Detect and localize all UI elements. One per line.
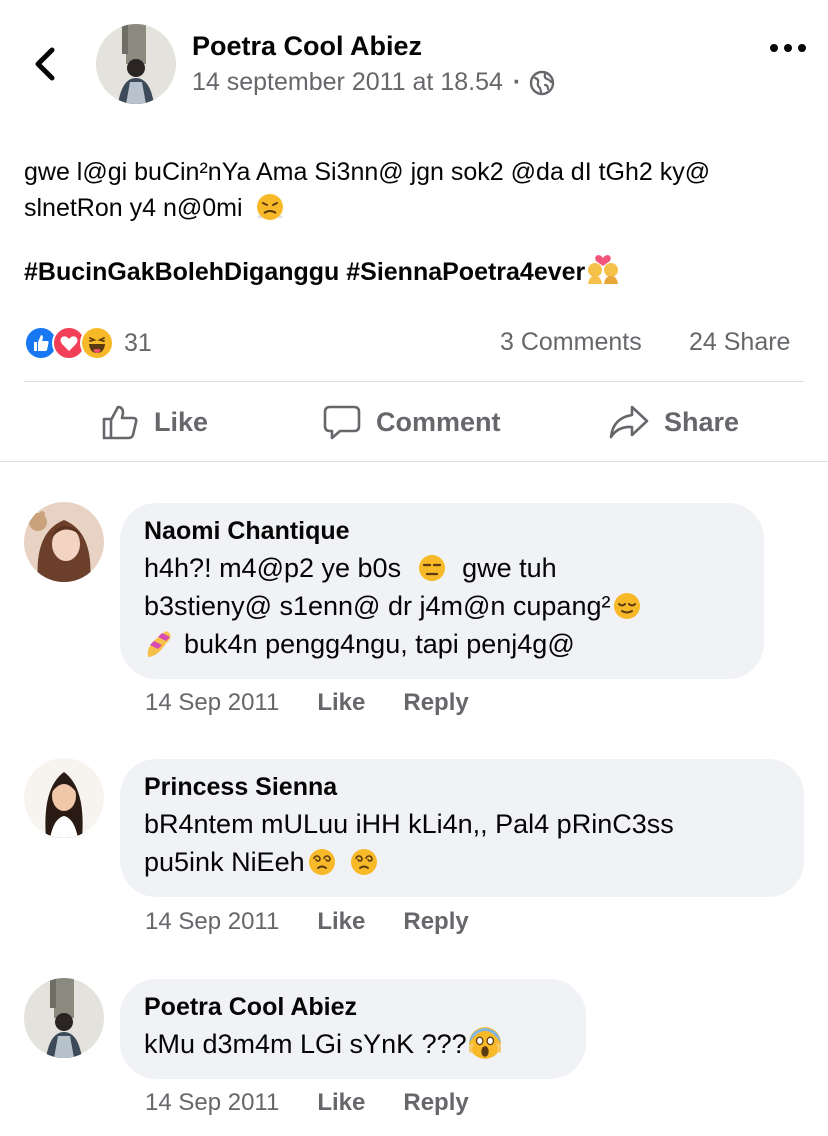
commenter-name[interactable]: Princess Sienna — [144, 771, 778, 803]
comment-like-button[interactable]: Like — [317, 689, 365, 717]
chevron-left-icon — [35, 47, 55, 81]
comment-text-line: buk4n pengg4ngu, tapi penj4g@ — [184, 629, 575, 659]
share-arrow-icon — [609, 405, 649, 439]
hashtags-text[interactable]: #BucinGakBolehDiganggu #SiennaPoetra4eve… — [24, 258, 585, 286]
comment-text-line: h4h?! m4@p2 ye b0s — [144, 553, 402, 583]
comment-meta: 14 Sep 2011 Like Reply — [145, 689, 469, 717]
comment-date: 14 Sep 2011 — [145, 1089, 280, 1116]
thumbs-up-icon — [102, 405, 138, 440]
commenter-name[interactable]: Naomi Chantique — [144, 515, 738, 547]
comment-text: h4h?! m4@p2 ye b0s gwe tuh b3stieny@ s1e… — [144, 549, 738, 663]
comment-text-line: b3stieny@ s1enn@ dr j4m@n cupang² — [144, 591, 611, 621]
comment-meta: 14 Sep 2011 Like Reply — [145, 908, 469, 936]
comment-reply-button[interactable]: Reply — [403, 1089, 468, 1117]
comment-like-button[interactable]: Like — [317, 908, 365, 936]
reaction-count: 31 — [124, 328, 152, 357]
comment-text-line: bR4ntem mULuu iHH kLi4n,, Pal4 pRinC3ss — [144, 809, 674, 839]
reactions-summary[interactable]: 31 — [24, 326, 152, 360]
comment-count[interactable]: 3 Comments — [500, 328, 642, 357]
post-timestamp[interactable]: 14 september 2011 at 18.54 — [192, 68, 503, 97]
comment-bubble: Naomi Chantique h4h?! m4@p2 ye b0s gwe t… — [120, 503, 764, 679]
like-button-label: Like — [154, 406, 209, 437]
comment-reply-button[interactable]: Reply — [403, 908, 468, 936]
share-button-label: Share — [664, 406, 740, 437]
comment-text: kMu d3m4m LGi sYnK ??? — [144, 1025, 560, 1063]
comment-button[interactable]: Comment — [322, 398, 501, 446]
comment-date: 14 Sep 2011 — [145, 689, 280, 716]
commenter-name[interactable]: Poetra Cool Abiez — [144, 991, 560, 1023]
comment-date: 14 Sep 2011 — [145, 908, 280, 935]
comment-text-line: gwe tuh — [462, 553, 557, 583]
comment-bubble: Poetra Cool Abiez kMu d3m4m LGi sYnK ??? — [120, 979, 586, 1079]
post-text: gwe l@gi buCin²nYa Ama Si3nn@ jgn sok2 @… — [24, 154, 814, 226]
commenter-avatar[interactable] — [24, 758, 104, 838]
divider — [0, 461, 828, 462]
comment-meta: 14 Sep 2011 Like Reply — [145, 1089, 469, 1117]
comment-like-button[interactable]: Like — [317, 1089, 365, 1117]
comment-text-line: pu5ink NiEeh — [144, 847, 305, 877]
more-horizontal-icon — [770, 44, 806, 52]
share-count[interactable]: 24 Share — [689, 328, 790, 357]
kiss-couple-emoji-icon — [588, 255, 619, 284]
more-options-button[interactable] — [766, 30, 810, 66]
post-text-content: gwe l@gi buCin²nYa Ama Si3nn@ jgn sok2 @… — [24, 158, 711, 222]
comment-bubble: Princess Sienna bR4ntem mULuu iHH kLi4n,… — [120, 759, 804, 897]
author-avatar[interactable] — [96, 24, 176, 104]
haha-reaction-icon — [80, 326, 114, 360]
commenter-avatar[interactable] — [24, 502, 104, 582]
comment-button-label: Comment — [376, 406, 501, 437]
globe-icon — [530, 70, 555, 95]
post-hashtags: #BucinGakBolehDiganggu #SiennaPoetra4eve… — [24, 252, 814, 290]
dizzy-face-emoji-icon — [350, 849, 377, 875]
comment-bubble-icon — [323, 405, 361, 440]
screaming-face-emoji-icon — [468, 1027, 501, 1059]
post-author-name[interactable]: Poetra Cool Abiez — [192, 31, 422, 62]
post-meta: 14 september 2011 at 18.54 · — [192, 68, 555, 97]
dizzy-face-emoji-icon — [308, 849, 335, 875]
unamused-face-emoji-icon — [418, 555, 445, 581]
relieved-face-emoji-icon — [614, 593, 641, 619]
comment-reply-button[interactable]: Reply — [403, 689, 468, 717]
like-button[interactable]: Like — [100, 398, 208, 446]
back-button[interactable] — [22, 40, 70, 88]
steam-from-nose-emoji-icon — [257, 194, 284, 220]
meta-separator: · — [512, 68, 522, 96]
commenter-avatar[interactable] — [24, 978, 104, 1058]
divider — [24, 381, 804, 382]
nail-polish-emoji-icon — [147, 631, 171, 657]
comment-text: bR4ntem mULuu iHH kLi4n,, Pal4 pRinC3ss … — [144, 805, 778, 881]
comment-text-line: kMu d3m4m LGi sYnK ??? — [144, 1029, 467, 1059]
share-button[interactable]: Share — [608, 398, 739, 446]
